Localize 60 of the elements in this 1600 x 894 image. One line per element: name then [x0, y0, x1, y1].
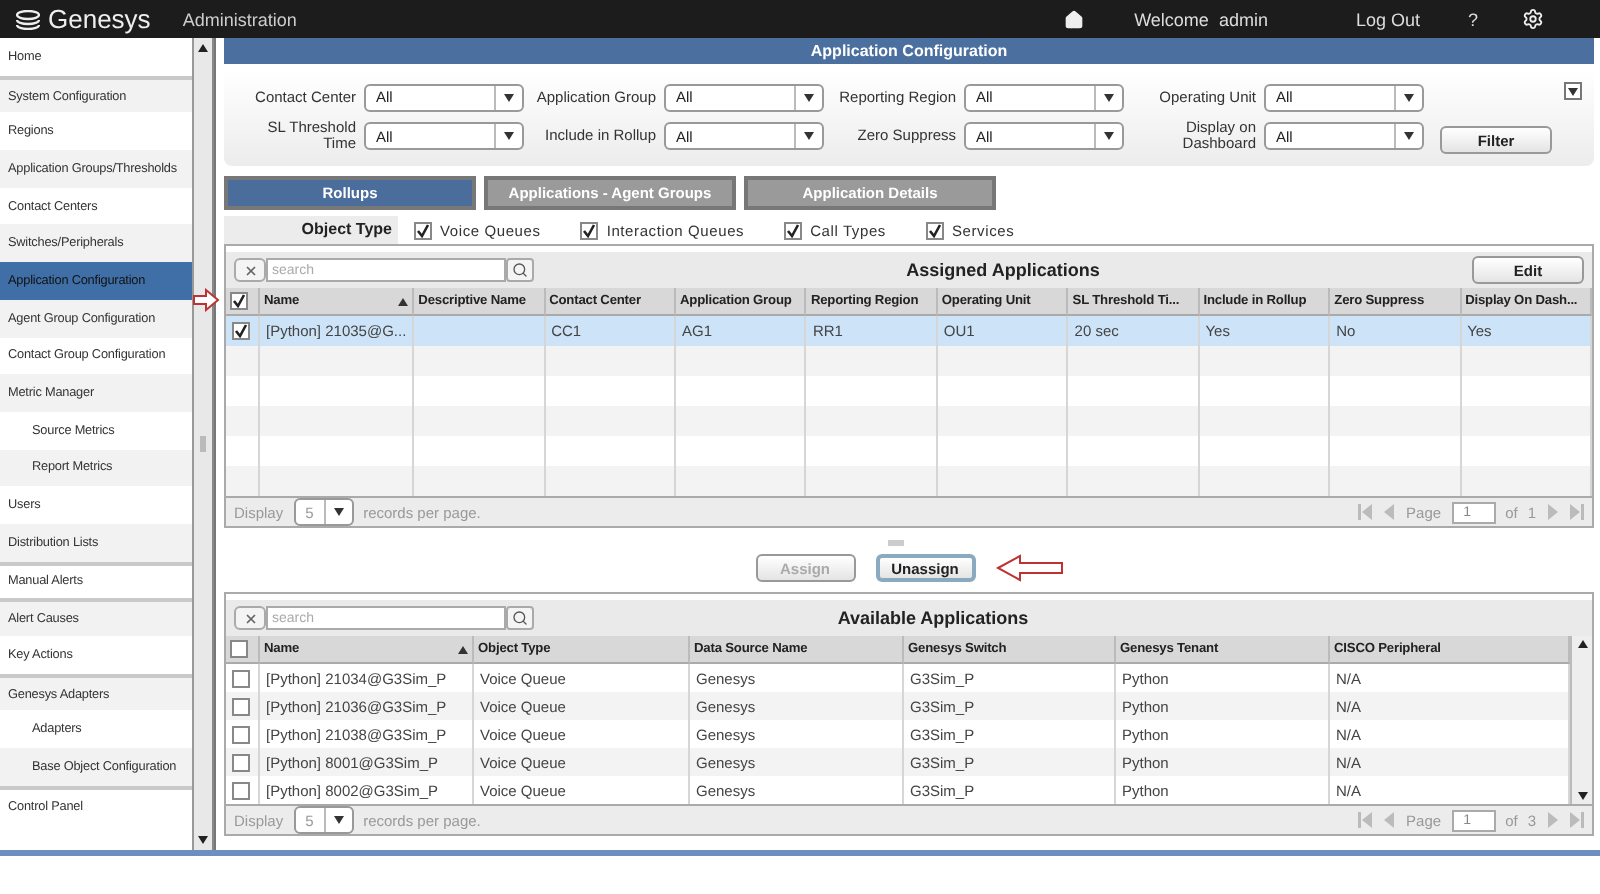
caret-icon	[1404, 93, 1414, 102]
checkbox[interactable]	[232, 781, 250, 799]
collapse-button[interactable]	[1564, 82, 1582, 100]
caret-icon	[504, 93, 514, 102]
caret-icon	[804, 93, 814, 102]
checkbox[interactable]	[232, 725, 250, 743]
caret-icon	[333, 816, 344, 824]
checkbox[interactable]	[414, 221, 432, 239]
welcome-text: Welcome admin	[1134, 9, 1268, 29]
object-type-label: Object Type	[224, 216, 398, 244]
checkbox[interactable]	[232, 322, 250, 340]
row-select-cell[interactable]	[226, 776, 260, 804]
clear-search-button[interactable]	[234, 606, 266, 630]
scroll-up-icon[interactable]	[198, 44, 208, 52]
checkbox[interactable]	[232, 753, 250, 771]
splitter-handle[interactable]	[887, 540, 903, 546]
section-name: Administration	[182, 9, 297, 29]
caret-icon	[1104, 93, 1114, 102]
checkbox[interactable]	[925, 221, 944, 239]
pointer-arrow-icon	[995, 554, 1063, 582]
scroll-up-icon[interactable]	[1577, 640, 1587, 648]
checkbox[interactable]	[232, 669, 250, 687]
home-icon[interactable]	[1064, 9, 1085, 29]
scrollbar[interactable]	[1570, 636, 1592, 804]
help-link[interactable]: ?	[1467, 9, 1478, 29]
section-title: Available Applications	[837, 608, 1029, 628]
close-icon	[243, 263, 257, 277]
caret-icon	[504, 132, 514, 140]
scroll-down-icon[interactable]	[1577, 792, 1587, 800]
close-icon	[243, 611, 257, 625]
scroll-down-icon[interactable]	[198, 836, 208, 844]
caret-icon	[1568, 87, 1578, 95]
checkbox[interactable]	[784, 221, 803, 239]
row-select-cell[interactable]	[226, 692, 260, 720]
scrollbar-grip[interactable]	[200, 436, 206, 452]
checkbox[interactable]	[230, 292, 248, 310]
search-icon	[512, 610, 528, 626]
settings-icon[interactable]	[1522, 8, 1544, 30]
checkbox[interactable]	[580, 221, 599, 239]
caret-icon	[1104, 132, 1114, 140]
logout-link[interactable]: Log Out	[1355, 9, 1420, 29]
caret-icon	[804, 132, 814, 140]
row-select-cell[interactable]	[226, 748, 260, 776]
row-select-cell[interactable]	[226, 316, 260, 346]
caret-icon	[333, 508, 344, 516]
checkbox[interactable]	[232, 697, 250, 715]
search-button[interactable]	[506, 258, 534, 282]
sort-up-icon	[458, 645, 468, 653]
row-select-cell[interactable]	[226, 720, 260, 748]
checkbox[interactable]	[230, 640, 248, 658]
clear-search-button[interactable]	[234, 258, 266, 282]
sort-up-icon	[398, 297, 409, 305]
row-select-cell[interactable]	[226, 664, 260, 692]
page-title: Application Configuration	[224, 38, 1594, 64]
search-button[interactable]	[506, 606, 534, 630]
logo-icon	[16, 9, 40, 29]
brand-name: Genesys	[48, 4, 151, 34]
search-icon	[512, 262, 528, 278]
caret-icon	[1404, 132, 1414, 140]
section-title: Assigned Applications	[906, 260, 1100, 280]
